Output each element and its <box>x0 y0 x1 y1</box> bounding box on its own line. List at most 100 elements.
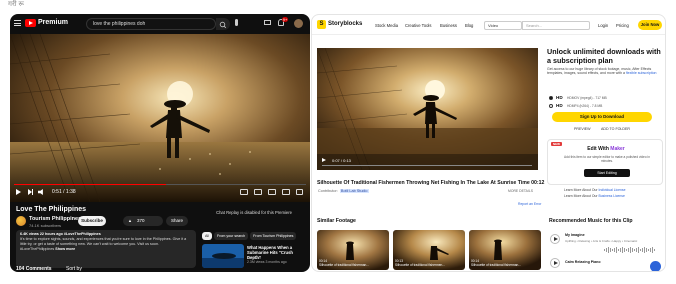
next-icon[interactable] <box>28 189 33 195</box>
contributor-line: Contributor: Botil Lab Studio <box>317 189 369 193</box>
similar-clip-1[interactable]: 00:14 Silhouette of traditional fisherman… <box>317 230 389 270</box>
start-editing-button[interactable]: Start Editing <box>584 169 630 177</box>
storyblocks-window: S Storyblocks Stock Media Creative Tools… <box>311 14 666 272</box>
mic-icon[interactable] <box>235 19 238 26</box>
individual-license-line: Learn More About Our Individual License <box>564 188 662 192</box>
like-button[interactable]: 370 <box>123 216 163 226</box>
youtube-search-input[interactable]: love the philippines doh <box>86 18 216 30</box>
music-1-meta: Uplifting • Relaxing • Arts & Crafts • H… <box>565 239 638 243</box>
storyblocks-brand[interactable]: Storyblocks <box>328 21 362 27</box>
storyblocks-search-input[interactable]: Search... <box>522 21 590 30</box>
maker-title-prefix: Edit With <box>587 146 611 152</box>
chat-replay-notice: Chat Replay is disabled for this Premier… <box>216 210 292 215</box>
storyblocks-video-player[interactable] <box>317 48 538 170</box>
recommended-music-heading: Recommended Music for this Clip <box>549 218 633 224</box>
theater-icon[interactable] <box>282 189 290 195</box>
maker-title: Edit With Maker <box>548 146 664 152</box>
music-1-title[interactable]: My Imagine <box>565 233 585 237</box>
miniplayer-icon[interactable] <box>268 189 276 195</box>
report-error-link[interactable]: Report an Error <box>518 202 541 206</box>
youtube-topbar: Premium love the philippines doh 9+ <box>10 14 310 34</box>
music-1-waveform[interactable] <box>604 247 656 253</box>
more-details-link[interactable]: MORE DETAILS <box>508 189 533 193</box>
chip-from-channel[interactable]: From Tourism Philippines <box>250 232 297 240</box>
channel-avatar[interactable] <box>16 216 26 226</box>
add-to-folder-button[interactable]: ADD TO FOLDER <box>601 127 630 131</box>
fullscreen-icon[interactable] <box>296 189 303 195</box>
similar-clip-3-title: Silhouette of traditional fisherman... <box>471 263 521 268</box>
video-description[interactable]: 6.4K views 22 hours ago #LoveThePhilippi… <box>16 230 196 268</box>
chat-support-icon[interactable] <box>650 261 661 271</box>
show-more-link[interactable]: Show more <box>55 247 75 251</box>
similar-footage-heading: Similar Footage <box>317 218 356 224</box>
youtube-video-title: Love The Philippines <box>16 206 87 213</box>
subscription-description: Get access to our huge library of stock … <box>547 67 662 76</box>
format-res-2: HDMP4 (h264) - 7.8 MB <box>567 104 603 108</box>
youtube-video-player[interactable] <box>10 34 310 202</box>
preview-button[interactable]: PREVIEW <box>574 127 591 131</box>
youtube-logo-icon[interactable] <box>25 19 36 27</box>
subscription-heading: Unlock unlimited downloads with a subscr… <box>547 47 661 65</box>
storyblocks-logo-icon[interactable]: S <box>317 20 326 29</box>
maker-promo-card: NEW Edit With Maker Add this item to our… <box>547 139 663 185</box>
similar-clip-2[interactable]: 00:13 Silhouette of traditional fishermen… <box>393 230 465 270</box>
subscribe-button[interactable]: Subscribe <box>78 216 106 226</box>
notification-badge: 9+ <box>282 17 288 22</box>
nav-creative-tools[interactable]: Creative Tools <box>405 23 431 28</box>
channel-subscribers: 74.1K subscribers <box>29 223 62 228</box>
nav-business[interactable]: Business <box>440 23 457 28</box>
similar-clip-3[interactable]: 00:14 Silhouette of traditional fisherman… <box>469 230 541 270</box>
similar-clip-1-title: Silhouette of traditional fisherman... <box>319 263 369 268</box>
individual-license-link[interactable]: Individual License <box>599 188 626 192</box>
play-icon[interactable] <box>16 189 21 195</box>
create-video-icon[interactable] <box>264 20 271 25</box>
nav-blog[interactable]: Blog <box>465 23 473 28</box>
business-license-link[interactable]: Business License <box>599 194 625 198</box>
search-icon[interactable] <box>216 18 230 30</box>
sign-up-download-button[interactable]: Sign Up to Download <box>552 112 652 122</box>
storyblocks-navbar: S Storyblocks Stock Media Creative Tools… <box>312 15 665 35</box>
format-radio-1[interactable] <box>549 96 553 100</box>
music-2-play-icon[interactable] <box>550 258 560 268</box>
media-type-select[interactable]: Video <box>484 21 522 30</box>
description-stats: 6.4K views 22 hours ago #LoveThePhilippi… <box>20 232 101 236</box>
corner-text: गरी रू <box>8 1 25 8</box>
storyblocks-play-icon[interactable] <box>322 158 326 162</box>
contributor-name[interactable]: Botil Lab Studio <box>339 189 369 193</box>
format-radio-2[interactable] <box>549 104 553 108</box>
pricing-link[interactable]: Pricing <box>616 23 629 28</box>
settings-icon[interactable] <box>254 189 262 195</box>
description-tag[interactable]: #LoveThePhilippines <box>20 247 54 251</box>
chip-all[interactable]: All <box>202 232 212 240</box>
music-2-title[interactable]: Calm Relaxing Piano <box>565 260 601 264</box>
storyblocks-progress-bar[interactable] <box>322 165 532 166</box>
nav-stock-media[interactable]: Stock Media <box>375 23 398 28</box>
format-res-1: HDMOV (mpeg4) - 717 MB <box>567 96 607 100</box>
channel-name[interactable]: Tourism Philippines <box>29 216 81 222</box>
business-license-line: Learn More About Our Business License <box>564 194 662 198</box>
maker-brand: Maker <box>610 146 625 152</box>
youtube-window: Premium love the philippines doh 9+ 0:51… <box>10 14 310 272</box>
recommended-video-thumbnail[interactable] <box>202 244 244 268</box>
youtube-progress-bar[interactable] <box>14 184 306 185</box>
captions-icon[interactable] <box>240 189 248 195</box>
login-link[interactable]: Login <box>598 23 608 28</box>
menu-icon[interactable] <box>14 20 21 26</box>
share-button[interactable]: Share <box>166 216 188 226</box>
sort-by-button[interactable]: Sort by <box>66 266 82 272</box>
flexible-subscription-link[interactable]: flexible subscription <box>626 71 657 75</box>
join-now-button[interactable]: Join Now <box>638 20 662 30</box>
similar-clip-3-caption: 00:14 Silhouette of traditional fisherman… <box>471 260 539 268</box>
business-license-text: Learn More About Our <box>564 194 599 198</box>
youtube-brand[interactable]: Premium <box>38 19 68 26</box>
music-1-play-icon[interactable] <box>550 234 560 244</box>
account-avatar[interactable] <box>294 19 303 28</box>
format-label-2: HD <box>556 103 563 108</box>
comments-count: 104 Comments <box>16 266 52 272</box>
contributor-label: Contributor: <box>318 189 338 193</box>
recommendation-chips: All From your search From Tourism Philip… <box>202 232 297 240</box>
storyblocks-video-time: 0:07 / 0:13 <box>332 158 351 163</box>
youtube-progress-fill <box>14 184 166 185</box>
chip-from-your-search[interactable]: From your search <box>214 232 249 240</box>
screenshot-root: गरी रू Premium love the philippines doh … <box>0 0 676 284</box>
